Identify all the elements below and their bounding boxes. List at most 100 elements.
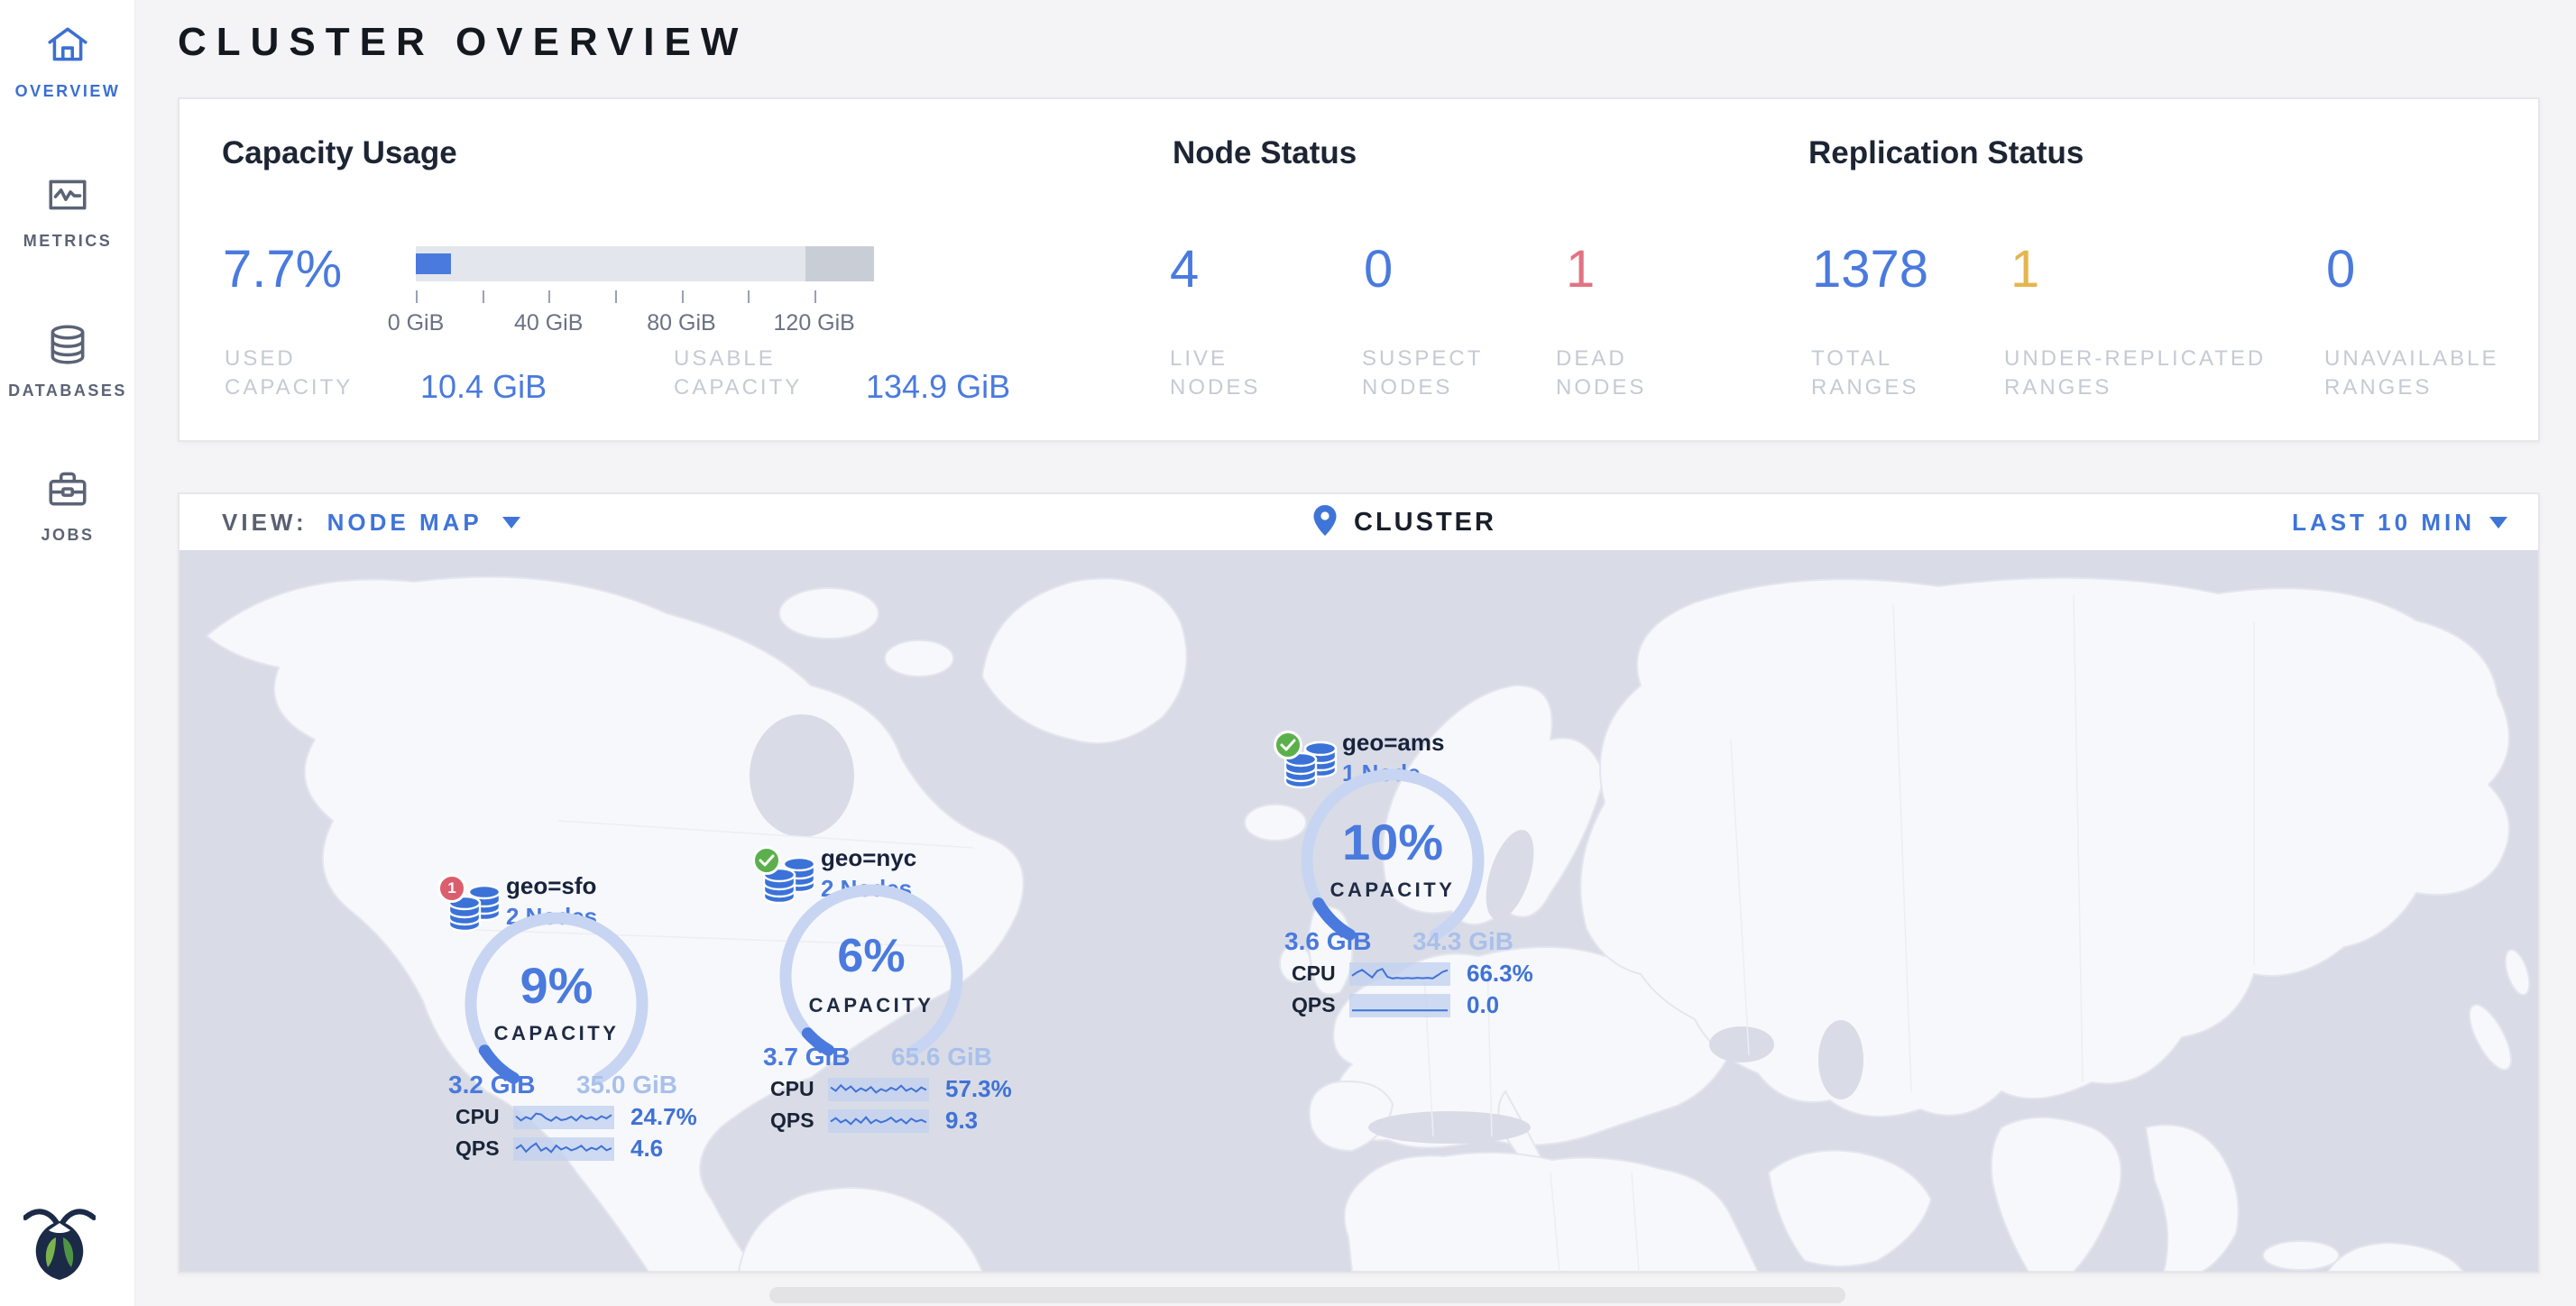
gauge-used-value: 3.2 GiB: [448, 1071, 535, 1099]
sidebar: OVERVIEW METRICS DATABASES: [0, 0, 135, 1306]
qps-sparkline: [1349, 994, 1450, 1017]
under-replicated-ranges-count: 1: [2010, 244, 2039, 296]
cockroachdb-logo: [23, 1203, 96, 1281]
sidebar-item-databases[interactable]: DATABASES: [0, 321, 135, 400]
bar-tick-label: 0 GiB: [362, 310, 470, 336]
home-icon: [45, 22, 90, 73]
bar-tick: [483, 290, 484, 303]
under-replicated-ranges-label: UNDER-REPLICATEDRANGES: [2004, 345, 2266, 402]
locality-ams[interactable]: geo=ams 1 Node 10% CAPACITY 3.6 GiB 34.3…: [1274, 725, 1535, 1032]
bar-tick-label: 80 GiB: [628, 310, 736, 336]
bar-tick: [416, 290, 418, 303]
total-ranges-label: TOTALRANGES: [1811, 345, 1918, 402]
dead-node-badge: 1: [437, 874, 466, 903]
healthy-node-badge: [752, 846, 781, 875]
gauge-capacity-label: CAPACITY: [777, 994, 966, 1017]
suspect-nodes-label: SUSPECTNODES: [1362, 345, 1483, 402]
gauge-total-value: 35.0 GiB: [576, 1071, 677, 1099]
capacity-bar-ticks: [416, 290, 874, 303]
qps-sparkline: [828, 1109, 929, 1133]
qps-value: 4.6: [630, 1135, 663, 1163]
locality-name[interactable]: geo=sfo: [506, 872, 596, 900]
locality-name[interactable]: geo=nyc: [821, 844, 916, 872]
capacity-bar-fill: [416, 253, 451, 274]
node-status-title: Node Status: [1173, 135, 1357, 171]
gauge-percent: 9%: [462, 961, 651, 1011]
sidebar-item-label: JOBS: [0, 526, 135, 545]
gauge-used-value: 3.7 GiB: [763, 1043, 850, 1071]
gauge-total-value: 34.3 GiB: [1412, 927, 1513, 956]
bar-tick: [548, 290, 550, 303]
gauge-total-value: 65.6 GiB: [891, 1043, 992, 1071]
world-map[interactable]: 1 geo=sfo 2 Nodes: [179, 550, 2538, 1272]
capacity-bar-tick-labels: 0 GiB40 GiB80 GiB120 GiB: [416, 310, 921, 337]
cpu-sparkline: [1349, 962, 1450, 986]
locality-name[interactable]: geo=ams: [1342, 729, 1444, 757]
map-pin-icon: [1312, 504, 1338, 541]
page-title: CLUSTER OVERVIEW: [178, 20, 748, 65]
sidebar-item-overview[interactable]: OVERVIEW: [0, 22, 135, 101]
capacity-bar-reserved: [805, 246, 874, 281]
qps-value: 9.3: [945, 1107, 978, 1135]
sidebar-item-label: METRICS: [0, 232, 135, 251]
gauge-used-value: 3.6 GiB: [1284, 927, 1371, 956]
cpu-sparkline: [828, 1078, 929, 1101]
view-label: VIEW:: [222, 509, 308, 537]
qps-label: QPS: [1292, 993, 1346, 1017]
gauge-capacity-label: CAPACITY: [462, 1022, 651, 1045]
qps-value: 0.0: [1467, 991, 1499, 1019]
healthy-node-badge: [1274, 731, 1302, 759]
bar-tick-label: 120 GiB: [760, 310, 869, 336]
gauge-capacity-label: CAPACITY: [1298, 878, 1487, 902]
used-capacity-value: 10.4 GiB: [420, 368, 547, 406]
sidebar-item-label: OVERVIEW: [0, 82, 135, 101]
dead-nodes-count: 1: [1566, 244, 1595, 296]
cpu-label: CPU: [455, 1105, 510, 1129]
live-nodes-count: 4: [1170, 244, 1199, 296]
suspect-nodes-count: 0: [1364, 244, 1393, 296]
capacity-bar: [416, 246, 874, 281]
bar-tick: [748, 290, 750, 303]
unavailable-ranges-label: UNAVAILABLERANGES: [2324, 345, 2499, 402]
qps-sparkline: [513, 1137, 614, 1161]
databases-icon: [45, 321, 90, 372]
used-capacity-label: USEDCAPACITY: [225, 345, 353, 402]
node-map-card: VIEW: NODE MAP CLUSTER LAST 10 MIN: [178, 492, 2540, 1274]
cpu-label: CPU: [1292, 961, 1346, 986]
bar-tick: [615, 290, 617, 303]
capacity-usage-title: Capacity Usage: [222, 135, 457, 171]
metrics-icon: [45, 171, 90, 223]
replication-status-title: Replication Status: [1808, 135, 2084, 171]
cpu-sparkline: [513, 1106, 614, 1129]
usable-capacity-label: USABLECAPACITY: [674, 345, 802, 402]
qps-label: QPS: [770, 1108, 824, 1133]
locality-sfo[interactable]: 1 geo=sfo 2 Nodes: [437, 869, 699, 1175]
chevron-down-icon: [2489, 517, 2507, 529]
cpu-value: 24.7%: [630, 1103, 697, 1131]
usable-capacity-value: 134.9 GiB: [866, 368, 1010, 406]
locality-nyc[interactable]: geo=nyc 2 Nodes 6% CAPACITY 3.7 GiB 65.6…: [752, 841, 1014, 1147]
cpu-value: 57.3%: [945, 1075, 1012, 1103]
cpu-label: CPU: [770, 1077, 824, 1101]
gauge-percent: 10%: [1298, 817, 1487, 868]
view-selector[interactable]: NODE MAP: [327, 509, 483, 537]
sidebar-item-label: DATABASES: [0, 382, 135, 400]
total-ranges-count: 1378: [1812, 244, 1928, 296]
horizontal-scrollbar[interactable]: [769, 1287, 1845, 1303]
jobs-icon: [45, 465, 90, 517]
qps-label: QPS: [455, 1136, 510, 1161]
cluster-breadcrumb[interactable]: CLUSTER: [1354, 508, 1496, 538]
bar-tick-label: 40 GiB: [494, 310, 603, 336]
capacity-percent: 7.7%: [223, 244, 342, 296]
time-range-selector[interactable]: LAST 10 MIN: [2292, 494, 2507, 550]
unavailable-ranges-count: 0: [2326, 244, 2355, 296]
view-bar: VIEW: NODE MAP CLUSTER LAST 10 MIN: [179, 494, 2538, 550]
live-nodes-label: LIVENODES: [1170, 345, 1260, 402]
chevron-down-icon[interactable]: [502, 517, 520, 529]
bar-tick: [814, 290, 816, 303]
sidebar-item-metrics[interactable]: METRICS: [0, 171, 135, 251]
gauge-percent: 6%: [777, 933, 966, 980]
sidebar-item-jobs[interactable]: JOBS: [0, 465, 135, 545]
bar-tick: [682, 290, 684, 303]
cpu-value: 66.3%: [1467, 960, 1533, 988]
